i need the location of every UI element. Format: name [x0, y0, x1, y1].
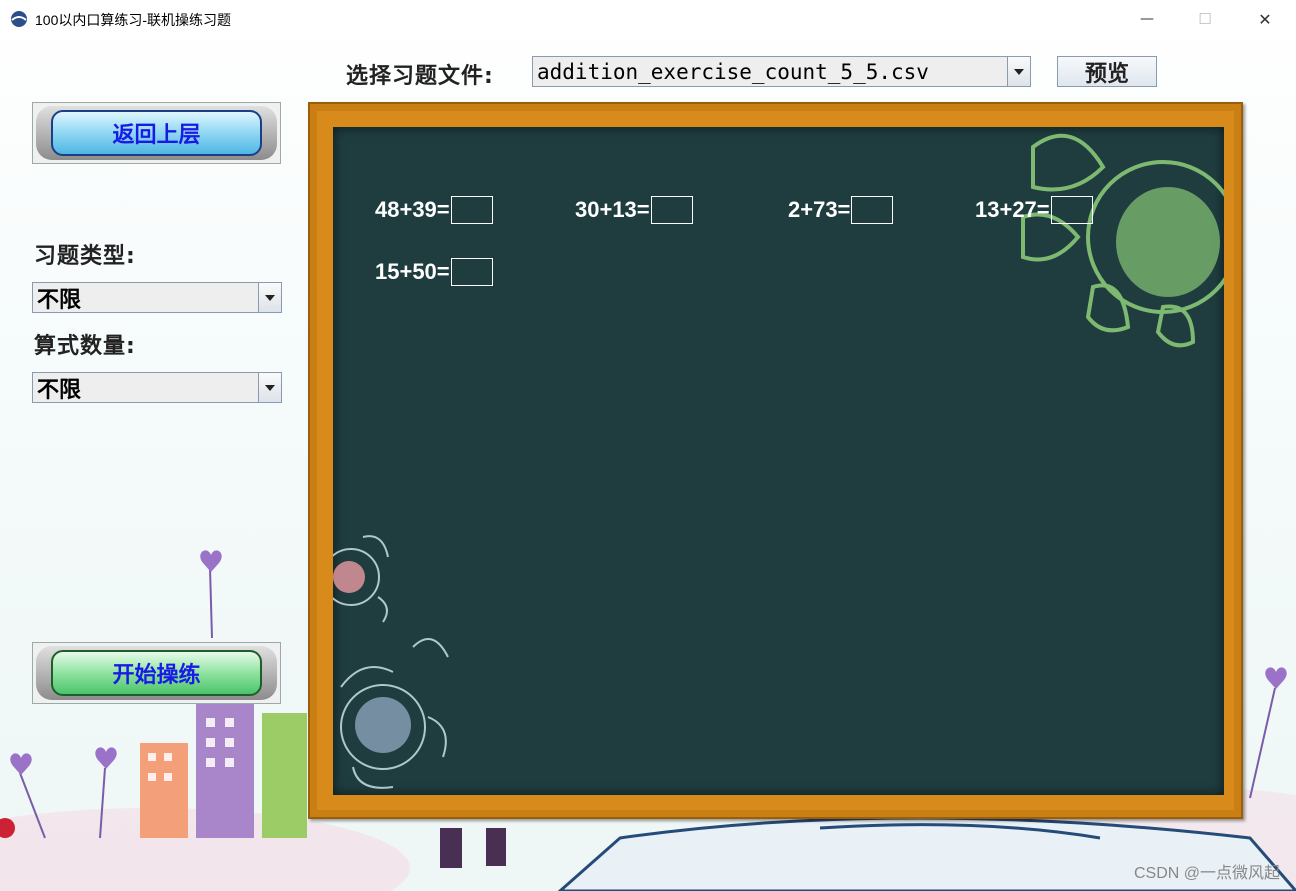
- equation-expression: 2+73=: [788, 197, 851, 222]
- minimize-button[interactable]: —: [1118, 0, 1176, 38]
- app-logo-icon: [11, 11, 27, 27]
- answer-input[interactable]: [450, 196, 493, 224]
- file-select-label: 选择习题文件:: [346, 64, 494, 89]
- equation-item: 30+13=: [575, 196, 693, 224]
- equation-expression: 30+13=: [575, 197, 650, 222]
- equation-expression: 48+39=: [375, 197, 450, 222]
- chevron-down-icon[interactable]: [1007, 57, 1030, 86]
- close-button[interactable]: ✕: [1236, 0, 1294, 38]
- window-title: 100以内口算练习-联机操练习题: [35, 12, 232, 28]
- app-window: 100以内口算练习-联机操练习题 — ☐ ✕ 选择习题文件: addition_…: [0, 0, 1296, 891]
- back-button-label: 返回上层: [51, 110, 262, 156]
- close-icon: ✕: [1258, 9, 1272, 29]
- back-button[interactable]: 返回上层: [32, 102, 281, 164]
- equation-expression: 13+27=: [975, 197, 1050, 222]
- equation-item: 13+27=: [975, 196, 1093, 224]
- chevron-down-icon[interactable]: [258, 283, 281, 312]
- equation-count-value: 不限: [37, 377, 82, 403]
- start-practice-button[interactable]: 开始操练: [32, 642, 281, 704]
- equation-item: 15+50=: [375, 258, 493, 286]
- file-select-value: addition_exercise_count_5_5.csv: [537, 59, 929, 84]
- equation-item: 48+39=: [375, 196, 493, 224]
- maximize-icon: ☐: [1198, 10, 1212, 28]
- start-practice-label: 开始操练: [51, 650, 262, 696]
- maximize-button[interactable]: ☐: [1176, 0, 1234, 38]
- equation-expression: 15+50=: [375, 259, 450, 284]
- minimize-icon: —: [1140, 11, 1154, 27]
- answer-input[interactable]: [851, 196, 894, 224]
- exercise-type-dropdown[interactable]: 不限: [32, 282, 282, 313]
- exercise-type-label: 习题类型:: [34, 244, 136, 269]
- chalkboard: [333, 127, 1224, 795]
- watermark-text: CSDN @一点微风起: [1133, 865, 1280, 882]
- file-select-dropdown[interactable]: addition_exercise_count_5_5.csv: [532, 56, 1031, 87]
- chevron-down-icon[interactable]: [258, 373, 281, 402]
- equation-count-dropdown[interactable]: 不限: [32, 372, 282, 403]
- equation-count-label: 算式数量:: [34, 334, 136, 359]
- equation-item: 2+73=: [788, 196, 894, 224]
- chalkboard-flower-decor: [333, 133, 1224, 789]
- title-bar: 100以内口算练习-联机操练习题 — ☐ ✕: [0, 0, 1296, 38]
- answer-input[interactable]: [650, 196, 693, 224]
- preview-button[interactable]: 预览: [1057, 56, 1157, 87]
- answer-input[interactable]: [1050, 196, 1093, 224]
- answer-input[interactable]: [450, 258, 493, 286]
- exercise-type-value: 不限: [37, 287, 82, 313]
